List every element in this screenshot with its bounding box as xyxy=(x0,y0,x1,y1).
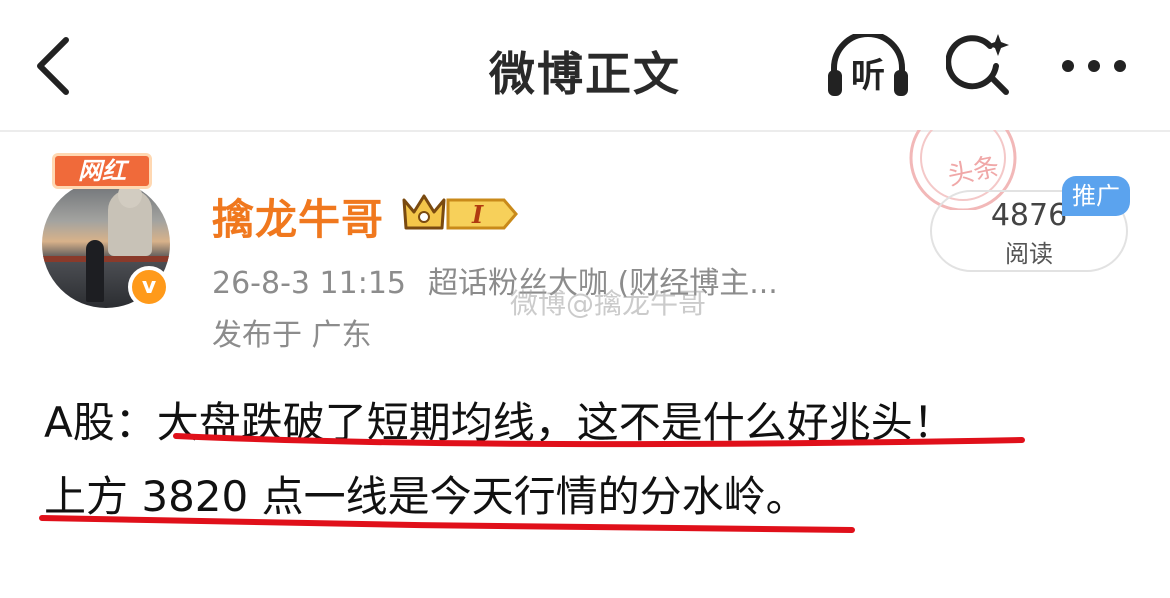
top-nav-bar: 微博正文 听 xyxy=(0,0,1170,132)
more-button[interactable] xyxy=(1058,46,1130,86)
post-line-1-main: 大盘跌破了短期均线，这不是什么好兆头！ xyxy=(156,398,955,447)
influencer-badge: 网红 xyxy=(52,153,152,189)
search-button[interactable] xyxy=(945,30,1012,98)
level-text: I xyxy=(471,200,484,229)
sparkle-search-icon xyxy=(945,34,1009,95)
post-line-1-prefix: A股： xyxy=(44,398,157,447)
post-time: 26-8-3 11:15 xyxy=(212,266,406,301)
promote-tag[interactable]: 推广 xyxy=(1062,176,1130,216)
back-button[interactable] xyxy=(30,34,80,98)
more-dots-icon xyxy=(1062,60,1126,72)
post-location: 发布于 广东 xyxy=(212,318,372,353)
read-label: 阅读 xyxy=(1005,240,1053,268)
post-line-2: 上方 3820 点一线是今天行情的分水岭。 xyxy=(44,472,808,521)
crown-icon: I xyxy=(402,194,518,230)
vip-crown-badge[interactable]: I xyxy=(400,190,520,234)
post-body: A股：大盘跌破了短期均线，这不是什么好兆头！ 上方 3820 点一线是今天行情的… xyxy=(44,386,1144,534)
watermark: 微博@擒龙牛哥 xyxy=(510,287,707,320)
listen-label: 听 xyxy=(851,56,885,96)
author-name[interactable]: 擒龙牛哥 xyxy=(212,186,384,247)
post-line-1: A股：大盘跌破了短期均线，这不是什么好兆头！ xyxy=(44,386,1144,460)
chevron-left-icon xyxy=(37,37,69,95)
verified-badge: v xyxy=(128,266,170,308)
listen-button[interactable]: 听 xyxy=(826,34,910,100)
